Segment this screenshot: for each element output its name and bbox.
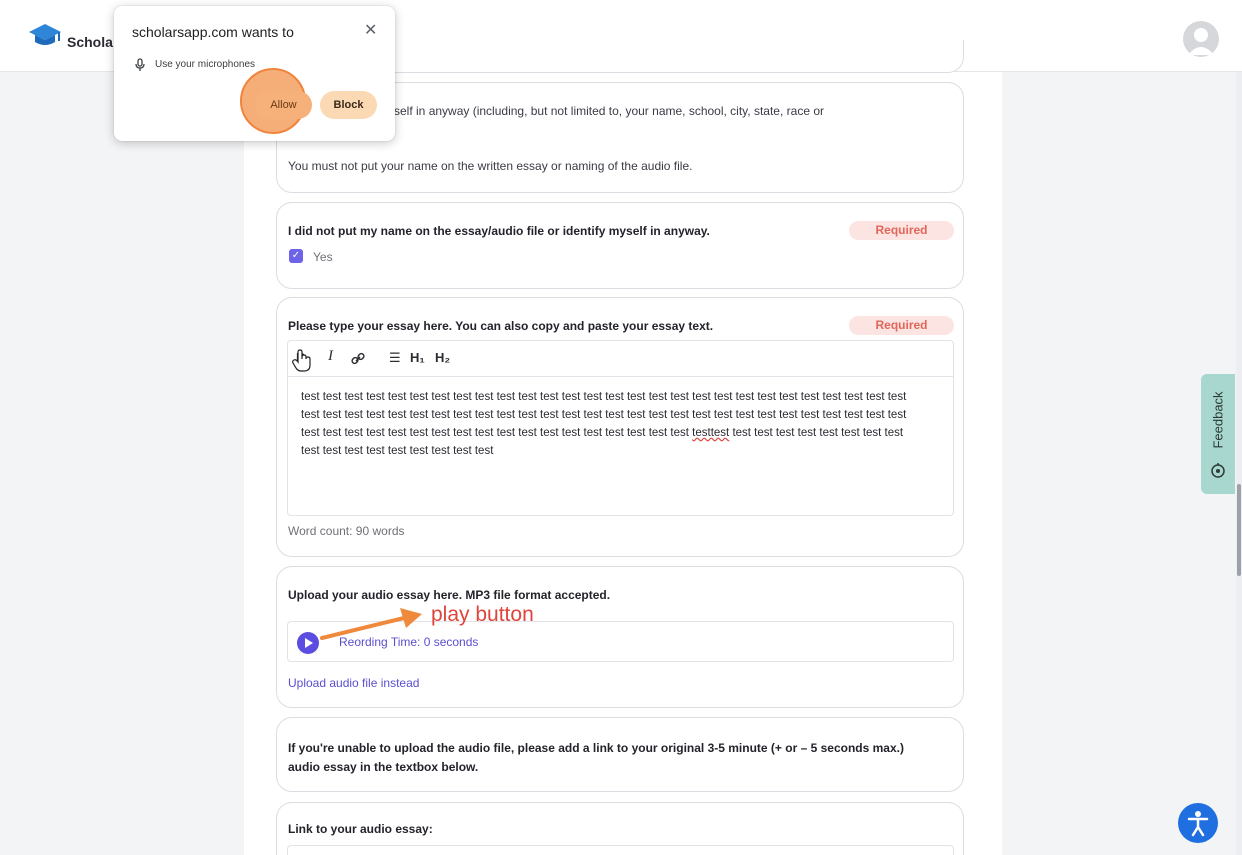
- link-info-line1: If you're unable to upload the audio fil…: [288, 741, 904, 755]
- feedback-icon[interactable]: [1210, 463, 1226, 479]
- permission-title: scholarsapp.com wants to: [132, 24, 294, 40]
- align-icon[interactable]: ☰: [389, 350, 401, 366]
- heading2-button[interactable]: H₂: [435, 350, 450, 365]
- word-count: Word count: 90 words: [288, 524, 405, 538]
- essay-line: test test test test test test test test …: [301, 409, 907, 421]
- confirm-card: [276, 202, 964, 289]
- audio-question: Upload your audio essay here. MP3 file f…: [288, 588, 611, 602]
- permission-text: Use your microphones: [155, 59, 256, 70]
- audio-link-label: Link to your audio essay:: [288, 822, 433, 836]
- avatar-silhouette: [1188, 28, 1214, 55]
- misspelled-word[interactable]: testtest: [692, 427, 729, 439]
- essay-editor[interactable]: B I ☰ H₁ H₂ test test test test test tes…: [287, 340, 954, 516]
- logo-text[interactable]: Schola: [67, 34, 113, 50]
- editor-toolbar: B I ☰ H₁ H₂: [288, 341, 953, 377]
- yes-checkbox[interactable]: ✓: [289, 249, 303, 263]
- confirm-question: I did not put my name on the essay/audio…: [288, 224, 710, 238]
- microphone-icon: [135, 58, 145, 71]
- yes-checkbox-label[interactable]: Yes: [313, 250, 333, 264]
- user-avatar-icon[interactable]: [1183, 21, 1219, 57]
- feedback-label[interactable]: Feedback: [1211, 391, 1226, 448]
- rules-text-line1: fy yourself in anyway (including, but no…: [358, 104, 824, 118]
- link-info-line2: audio essay in the textbox below.: [288, 760, 479, 774]
- annotation-label: play button: [431, 603, 534, 626]
- page-scrollbar-thumb[interactable]: [1237, 484, 1241, 576]
- essay-line: test test test test test test test test …: [301, 445, 494, 457]
- essay-line: test test test test test test test test …: [301, 424, 941, 442]
- essay-line: test test test test test test test test …: [301, 391, 907, 403]
- essay-text[interactable]: test test test test test test test test …: [301, 388, 941, 460]
- accessibility-icon[interactable]: [1178, 803, 1218, 843]
- link-icon[interactable]: [351, 352, 365, 366]
- rules-text-line2: You must not put your name on the writte…: [288, 159, 693, 173]
- required-badge: Required: [849, 221, 954, 240]
- annotation-arrow: [320, 608, 422, 640]
- essay-line-head: test test test test test test test test …: [301, 427, 689, 439]
- heading1-button[interactable]: H₁: [410, 350, 425, 365]
- essay-line-tail: test test test test test test test test: [729, 427, 904, 439]
- upload-audio-link[interactable]: Upload audio file instead: [288, 676, 419, 690]
- hand-cursor-icon: [292, 349, 311, 372]
- allow-button[interactable]: Allow: [255, 91, 312, 119]
- essay-question: Please type your essay here. You can als…: [288, 319, 714, 333]
- graduation-cap-icon: [29, 24, 61, 45]
- italic-icon[interactable]: I: [328, 348, 333, 365]
- close-icon[interactable]: ✕: [364, 20, 377, 40]
- page-scrollbar-track[interactable]: [1236, 72, 1242, 855]
- required-badge: Required: [849, 316, 954, 335]
- play-icon[interactable]: [297, 632, 319, 654]
- accessibility-figure: [1187, 811, 1209, 837]
- audio-link-input[interactable]: [287, 845, 954, 855]
- block-button[interactable]: Block: [320, 91, 377, 119]
